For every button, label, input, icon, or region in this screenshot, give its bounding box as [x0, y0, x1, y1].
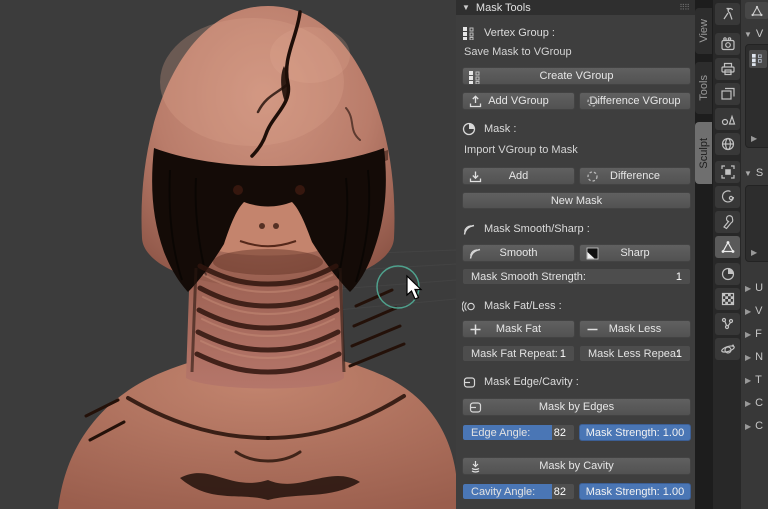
mask-less-repeat-field[interactable]: Mask Less Repea: 1 [579, 345, 691, 362]
toolshelf-tab-strip: View Tools Sculpt [695, 0, 713, 509]
mask-add-button[interactable]: Add [462, 167, 575, 185]
edge-mask-strength-slider[interactable]: Mask Strength: 1.00 [579, 424, 691, 441]
constraints-properties-icon[interactable] [715, 186, 740, 208]
smooth-curve-icon [469, 247, 482, 260]
vertex-group-icon [462, 26, 476, 40]
panel-drag-grip-icon[interactable]: ⠿⠿ [679, 3, 690, 12]
render-properties-icon[interactable] [715, 33, 740, 55]
properties-editor-strip: ▼ V ▶ ▼ S ▶ ▶ U ▶ V ▶ F ▶ N ▶ T ▶ C ▶ C [741, 0, 768, 509]
cavity-angle-slider[interactable]: Cavity Angle: 82 [462, 483, 575, 500]
tab-tools[interactable]: Tools [695, 62, 712, 114]
cavity-mask-strength-slider[interactable]: Mask Strength: 1.00 [579, 483, 691, 500]
collapsed-panel-texture-space[interactable]: ▶ T [745, 373, 762, 387]
save-mask-hint: Save Mask to VGroup [464, 46, 572, 58]
mask-fat-repeat-field[interactable]: Mask Fat Repeat: 1 [462, 345, 575, 362]
shape-keys-list[interactable]: ▶ [745, 185, 768, 262]
tool-properties-icon[interactable] [715, 3, 740, 25]
texture-properties-icon[interactable] [715, 288, 740, 310]
mesh-data-breadcrumb[interactable] [745, 2, 768, 19]
mask-by-edges-button[interactable]: Mask by Edges [462, 398, 691, 416]
mask-fat-button[interactable]: Mask Fat [462, 320, 575, 338]
expand-arrow-icon: ▼ [744, 29, 752, 39]
edge-mask-icon [469, 401, 482, 414]
expand-arrow-icon: ▶ [745, 306, 752, 316]
difference-vgroup-button[interactable]: Difference VGroup [579, 92, 691, 110]
mask-difference-button[interactable]: Difference [579, 167, 691, 185]
output-properties-icon[interactable] [715, 58, 740, 80]
world-properties-icon[interactable] [715, 133, 740, 155]
object-data-properties-icon[interactable] [715, 236, 740, 258]
properties-tab-rail [713, 0, 741, 509]
collapsed-panel-normals[interactable]: ▶ N [745, 350, 763, 364]
modifiers-properties-icon[interactable] [715, 211, 740, 233]
expand-arrow-icon[interactable]: ▶ [751, 248, 757, 257]
mask-tools-panel: ▼ Mask Tools ⠿⠿ Vertex Group : Save Mask… [456, 0, 695, 509]
add-vgroup-button[interactable]: Add VGroup [462, 92, 575, 110]
scene-properties-icon[interactable] [715, 108, 740, 130]
expand-arrow-icon: ▶ [745, 398, 752, 408]
smooth-curve-icon [462, 222, 476, 236]
tab-sculpt[interactable]: Sculpt [695, 122, 712, 184]
expand-arrow-icon: ▶ [745, 352, 752, 362]
collapsed-panel-custom-1[interactable]: ▶ C [745, 396, 763, 410]
collapsed-panel-face-maps[interactable]: ▶ F [745, 327, 762, 341]
view-layer-properties-icon[interactable] [715, 83, 740, 105]
tab-view[interactable]: View [695, 8, 712, 54]
mask-sharp-button[interactable]: Sharp [579, 244, 691, 262]
plus-icon [469, 323, 482, 336]
collapse-arrow-icon: ▼ [462, 3, 470, 12]
mask-section-label: Mask : [462, 121, 691, 137]
cavity-arrow-icon [469, 460, 482, 473]
edge-angle-slider[interactable]: Edge Angle: 82 [462, 424, 575, 441]
mask-tools-panel-header[interactable]: ▼ Mask Tools ⠿⠿ [456, 0, 695, 15]
upload-icon [469, 95, 482, 108]
expand-arrow-icon[interactable]: ▶ [751, 134, 757, 143]
mask-less-button[interactable]: Mask Less [579, 320, 691, 338]
vertex-groups-list[interactable]: ▶ [745, 44, 768, 148]
physics-properties-icon[interactable] [715, 338, 740, 360]
expand-arrow-icon: ▶ [745, 329, 752, 339]
panel-title: Mask Tools [475, 1, 531, 14]
expand-arrow-icon: ▶ [745, 421, 752, 431]
blender-window: ▼ Mask Tools ⠿⠿ Vertex Group : Save Mask… [0, 0, 768, 509]
new-mask-button[interactable]: New Mask [462, 192, 691, 209]
import-vgroup-hint: Import VGroup to Mask [464, 144, 578, 156]
collapsed-panel-custom-2[interactable]: ▶ C [745, 419, 763, 433]
create-vgroup-button[interactable]: Create VGroup [462, 67, 691, 85]
mask-smooth-button[interactable]: Smooth [462, 244, 575, 262]
inflate-rings-icon [462, 299, 476, 313]
minus-icon [586, 323, 599, 336]
vertex-groups-panel-header[interactable]: ▼ V [744, 27, 763, 41]
edge-mask-icon [462, 375, 476, 389]
fat-less-section-label: Mask Fat/Less : [462, 298, 691, 314]
sculpt-model-canvas[interactable] [0, 0, 456, 509]
vertex-group-section-label: Vertex Group : [462, 25, 691, 41]
mask-smooth-strength-field[interactable]: Mask Smooth Strength: 1 [462, 268, 691, 285]
expand-arrow-icon: ▼ [744, 168, 752, 178]
mask-icon [462, 122, 476, 136]
shape-keys-panel-header[interactable]: ▼ S [744, 166, 763, 180]
smooth-sharp-section-label: Mask Smooth/Sharp : [462, 221, 691, 237]
vertex-group-list-item[interactable] [749, 50, 767, 68]
download-icon [469, 170, 482, 183]
collapsed-panel-uv-maps[interactable]: ▶ U [745, 281, 763, 295]
particles-properties-icon[interactable] [715, 313, 740, 335]
object-properties-icon[interactable] [715, 161, 740, 183]
material-properties-icon[interactable] [715, 263, 740, 285]
expand-arrow-icon: ▶ [745, 283, 752, 293]
collapsed-panel-vertex-colors[interactable]: ▶ V [745, 304, 763, 318]
expand-arrow-icon: ▶ [745, 375, 752, 385]
sharp-falloff-icon [586, 247, 599, 260]
mask-by-cavity-button[interactable]: Mask by Cavity [462, 457, 691, 475]
edge-cavity-section-label: Mask Edge/Cavity : [462, 374, 691, 390]
vertex-group-icon [469, 70, 482, 85]
3d-viewport[interactable] [0, 0, 456, 509]
difference-cycle-icon [586, 170, 599, 183]
difference-cycle-icon [586, 95, 599, 108]
